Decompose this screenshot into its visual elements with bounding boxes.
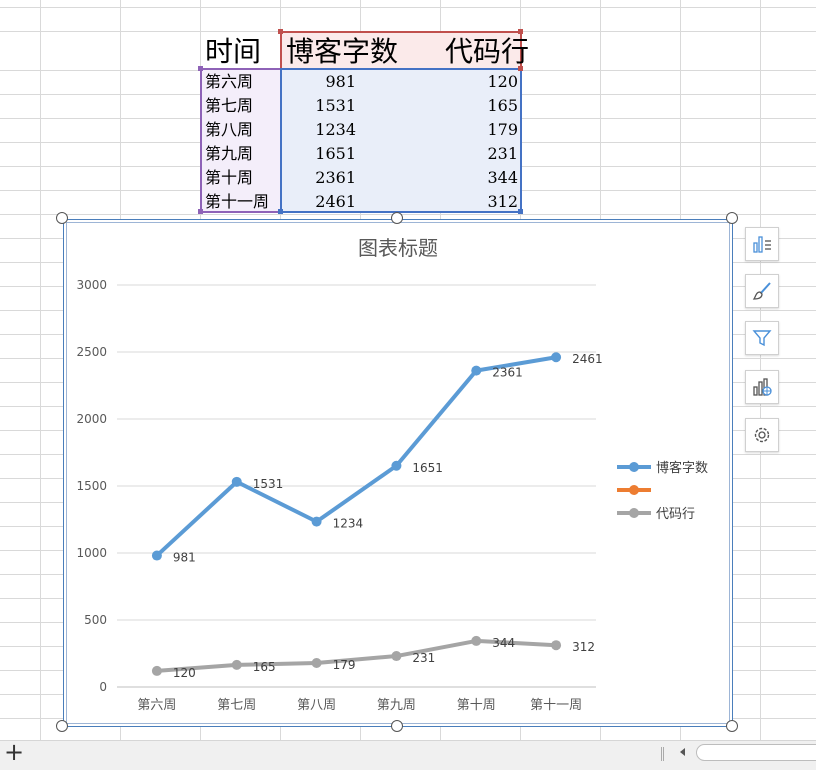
cell-words-value[interactable]: 981 [300, 70, 356, 94]
resize-handle-top-right[interactable] [726, 212, 738, 224]
range-handle[interactable] [198, 66, 203, 71]
bar-divider [661, 747, 664, 761]
cell-week-label[interactable]: 第十一周 [205, 190, 269, 214]
legend-marker [629, 462, 639, 472]
chart-filters-icon [752, 330, 772, 347]
cell-lines-value[interactable]: 312 [460, 190, 518, 214]
data-label: 312 [572, 640, 595, 654]
cell-lines-value[interactable]: 120 [460, 70, 518, 94]
cell-week-label[interactable]: 第九周 [205, 142, 253, 166]
legend-label: 博客字数 [656, 460, 708, 476]
data-label: 981 [173, 551, 196, 565]
y-tick-label: 2500 [76, 345, 107, 359]
x-tick-label: 第七周 [217, 698, 256, 713]
chart-filters-button[interactable] [745, 321, 779, 355]
resize-handle-top[interactable] [391, 212, 403, 224]
resize-handle-bottom[interactable] [391, 720, 403, 732]
resize-handle-bottom-left[interactable] [56, 720, 68, 732]
chart-styles-button[interactable] [745, 274, 779, 308]
data-label: 344 [492, 636, 515, 650]
data-point [151, 550, 162, 561]
scroll-left-icon[interactable] [680, 748, 685, 756]
cell-week-label[interactable]: 第六周 [205, 70, 253, 94]
cell-lines-value[interactable]: 179 [460, 118, 518, 142]
chart-elements-icon [753, 236, 771, 253]
x-tick-label: 第八周 [297, 698, 336, 713]
x-tick-label: 第十周 [457, 698, 496, 713]
data-point [471, 365, 482, 376]
data-point [471, 635, 482, 646]
data-label: 1531 [253, 477, 284, 491]
sheet-tab-bar: + [0, 738, 816, 770]
resize-handle-bottom-right[interactable] [726, 720, 738, 732]
chart-elements-button[interactable] [745, 227, 779, 261]
range-handle[interactable] [278, 209, 283, 214]
y-tick-label: 500 [84, 613, 107, 627]
data-label: 1651 [412, 461, 443, 475]
cell-week-label[interactable]: 第七周 [205, 94, 253, 118]
chart-settings-button[interactable] [745, 418, 779, 452]
x-tick-label: 第六周 [137, 698, 176, 713]
cell-lines-value[interactable]: 165 [460, 94, 518, 118]
data-point [311, 658, 322, 669]
settings-icon [754, 427, 770, 443]
chart-title: 图表标题 [358, 236, 438, 260]
cell-words-value[interactable]: 1651 [300, 142, 356, 166]
add-sheet-button[interactable]: + [4, 738, 24, 766]
cell-lines-value[interactable]: 344 [460, 166, 518, 190]
data-point [231, 476, 242, 487]
data-label: 2461 [572, 352, 603, 366]
data-point [551, 640, 562, 651]
chart-styles-icon [752, 282, 771, 300]
data-label: 120 [173, 666, 196, 680]
chart-type-icon [753, 378, 772, 396]
x-tick-label: 第九周 [377, 698, 416, 713]
y-tick-label: 3000 [76, 278, 107, 292]
legend-marker [629, 485, 639, 495]
header-cell-lines[interactable]: 代码行 [445, 32, 529, 72]
legend-label: 代码行 [656, 507, 695, 522]
horizontal-scrollbar[interactable] [696, 744, 816, 761]
cell-week-label[interactable]: 第十周 [205, 166, 253, 190]
data-label: 2361 [492, 366, 523, 380]
cell-lines-value[interactable]: 231 [460, 142, 518, 166]
cell-words-value[interactable]: 1531 [300, 94, 356, 118]
y-tick-label: 2000 [76, 412, 107, 426]
y-tick-label: 1500 [76, 479, 107, 493]
data-point [551, 352, 562, 363]
y-tick-label: 0 [99, 680, 107, 694]
range-handle[interactable] [278, 29, 283, 34]
cell-week-label[interactable]: 第八周 [205, 118, 253, 142]
data-point [151, 665, 162, 676]
cell-words-value[interactable]: 2361 [300, 166, 356, 190]
data-label: 165 [253, 660, 276, 674]
cell-words-value[interactable]: 2461 [300, 190, 356, 214]
chart-type-button[interactable] [745, 370, 779, 404]
header-cell-time[interactable]: 时间 [205, 32, 261, 72]
data-point [311, 516, 322, 527]
cell-words-value[interactable]: 1234 [300, 118, 356, 142]
data-point [391, 651, 402, 662]
header-cell-words[interactable]: 博客字数 [286, 32, 398, 72]
range-handle[interactable] [198, 209, 203, 214]
legend-marker [629, 508, 639, 518]
data-label: 231 [412, 651, 435, 665]
data-label: 1234 [333, 517, 364, 531]
data-point [231, 659, 242, 670]
resize-handle-top-left[interactable] [56, 212, 68, 224]
line-chart[interactable]: 图表标题 0 500 1000 1500 2000 2500 3000 第六周 第七周 第八周 第九周… [63, 219, 733, 727]
x-tick-label: 第十一周 [530, 698, 582, 713]
y-tick-label: 1000 [76, 546, 107, 560]
data-label: 179 [333, 658, 356, 672]
chart-plot: 图表标题 0 500 1000 1500 2000 2500 3000 第六周 第七周 第八周 第九周… [76, 236, 708, 713]
data-point [391, 460, 402, 471]
range-handle[interactable] [518, 209, 523, 214]
